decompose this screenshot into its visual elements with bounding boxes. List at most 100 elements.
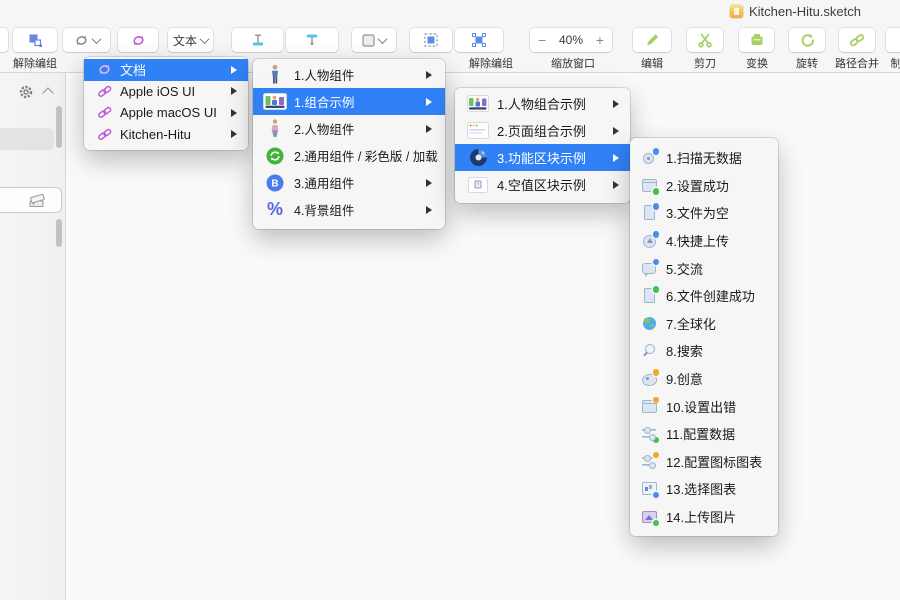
text-dropdown-button[interactable]: 文本 [168,28,213,52]
ungroup-button[interactable] [13,28,57,52]
ungroup-label: 解除编组 [13,58,57,70]
distribute-vertical-icon [307,34,317,46]
menu-item-empty-file[interactable]: 3.文件为空 [630,199,778,227]
path-merge-button[interactable] [839,28,875,52]
menu-item-kitchen-hitu[interactable]: Kitchen-Hitu [84,124,248,146]
quick-upload-icon [641,231,659,249]
menu-item-label: 9.创意 [666,372,703,388]
svg-text:B: B [271,178,278,189]
menu-item-globalization[interactable]: 7.全球化 [630,310,778,338]
rotate-button[interactable] [789,28,825,52]
menu-item-label: 4.空值区块示例 [497,178,586,193]
scrollbar[interactable] [56,106,62,148]
rotate-label: 旋转 [796,58,818,70]
square-icon [362,33,375,47]
settings-error-icon [641,396,659,415]
select-group-button[interactable] [410,28,452,52]
menu-item-select-chart[interactable]: 13.选择图表 [630,475,778,503]
chart-config-icon [641,451,659,470]
submenu-arrow-icon [613,126,619,135]
menu-item-label: 11.配置数据 [666,427,736,443]
menu-item-label: 2.页面组合示例 [497,124,586,139]
status-dot [652,491,659,499]
menu-item-chart-icon-config[interactable]: 12.配置图标图表 [630,448,778,476]
menu-item-upload-image[interactable]: 14.上传图片 [630,503,778,531]
submenu-arrow-icon [426,124,432,133]
menu-item-label: 2.通用组件 / 彩色版 / 加载 [294,150,438,164]
ungroup-selection-button[interactable] [455,28,503,52]
menu-item-label: 7.全球化 [666,316,716,332]
scrollbar[interactable] [56,219,62,247]
menu-item-label: Kitchen-Hitu [120,126,191,142]
ungroup-handles-icon [472,33,486,47]
transform-button[interactable] [739,28,774,52]
menu-item-creativity[interactable]: 9.创意 [630,365,778,393]
submenu-arrow-icon [231,87,237,96]
distribute-horizontal-icon [252,34,263,46]
menu-item-apple-macos-ui[interactable]: Apple macOS UI [84,102,248,124]
scissors-button[interactable] [687,28,723,52]
submenu-arrow-icon [231,65,237,74]
menu-item-label: 12.配置图标图表 [666,454,763,470]
menu-item-settings-error[interactable]: 10.设置出错 [630,392,778,420]
submenu-arrow-icon [613,153,619,162]
sync-icon [97,62,112,77]
settings-success-icon [641,177,659,195]
zoom-out-button[interactable]: − [538,33,546,47]
color-fan-button[interactable] [0,187,62,213]
menu-item-label: 5.交流 [666,261,703,277]
partial-left-button[interactable] [0,28,8,52]
edit-label: 编辑 [641,58,663,70]
menu-item-apple-ios-ui[interactable]: Apple iOS UI [84,81,248,103]
menu-item-function-block-examples[interactable]: 3.功能区块示例 [455,144,630,171]
distribute-horizontal-button[interactable] [232,28,283,52]
link-icon [97,127,112,142]
edit-button[interactable] [633,28,671,52]
menu-item-empty-block-examples[interactable]: 4.空值区块示例 [455,171,630,198]
submenu-arrow-icon [231,108,237,117]
gear-icon[interactable] [18,84,34,100]
submenu-arrow-icon [231,130,237,139]
status-dot [652,396,659,404]
sync-icon [132,35,144,45]
ungroup-icon [29,34,42,47]
partial-right-button[interactable] [886,28,900,52]
menu-item-settings-success[interactable]: 2.设置成功 [630,172,778,200]
shape-dropdown-button[interactable] [352,28,396,52]
chevron-up-icon[interactable] [42,87,54,99]
menu-item-communication[interactable]: 5.交流 [630,254,778,282]
menu-item-label: 文档 [120,63,147,79]
submenu-arrow-icon [613,180,619,189]
menu-item-person-composite-examples[interactable]: 1.人物组合示例 [455,90,630,117]
window-title-text: Kitchen-Hitu.sketch [749,4,861,19]
menu-item-common-components[interactable]: B 3.通用组件 [253,169,445,196]
library-sync-button[interactable] [118,28,158,52]
menu-item-composite-examples[interactable]: 1.组合示例 [253,88,445,115]
menu-item-quick-upload[interactable]: 4.快捷上传 [630,227,778,255]
menu-item-page-composite-examples[interactable]: 2.页面组合示例 [455,117,630,144]
menu-item-scan-no-data[interactable]: 1.扫描无数据 [630,144,778,172]
rotate-icon [801,33,815,47]
menu-item-documents[interactable]: 文档 [84,59,248,81]
menu-item-person-components-1[interactable]: 1.人物组件 [253,61,445,88]
menu-item-label: 1.人物组合示例 [497,97,586,112]
distribute-vertical-button[interactable] [286,28,338,52]
menu-item-background-components[interactable]: % 4.背景组件 [253,196,445,223]
menu-item-label: 3.功能区块示例 [497,151,586,166]
menu-item-search[interactable]: 8.搜索 [630,337,778,365]
chevron-down-icon [199,33,210,44]
zoom-in-button[interactable]: + [596,33,604,47]
zoom-control: − 40% + [530,28,612,52]
menu-item-label: 3.通用组件 [294,177,355,191]
menu-item-common-components-color-loading[interactable]: 2.通用组件 / 彩色版 / 加载 [253,142,445,169]
menu-item-file-created[interactable]: 6.文件创建成功 [630,282,778,310]
page-thumbnail-icon [467,122,489,139]
menu-item-person-components-2[interactable]: 2.人物组件 [253,115,445,142]
empty-thumbnail-icon [467,176,489,193]
chevron-down-icon [91,33,101,44]
window-title: Kitchen-Hitu.sketch [730,4,861,19]
submenu-arrow-icon [613,99,619,108]
menu-item-label: Apple macOS UI [120,105,217,121]
sync-dropdown-button[interactable] [63,28,110,52]
menu-item-data-config[interactable]: 11.配置数据 [630,420,778,448]
